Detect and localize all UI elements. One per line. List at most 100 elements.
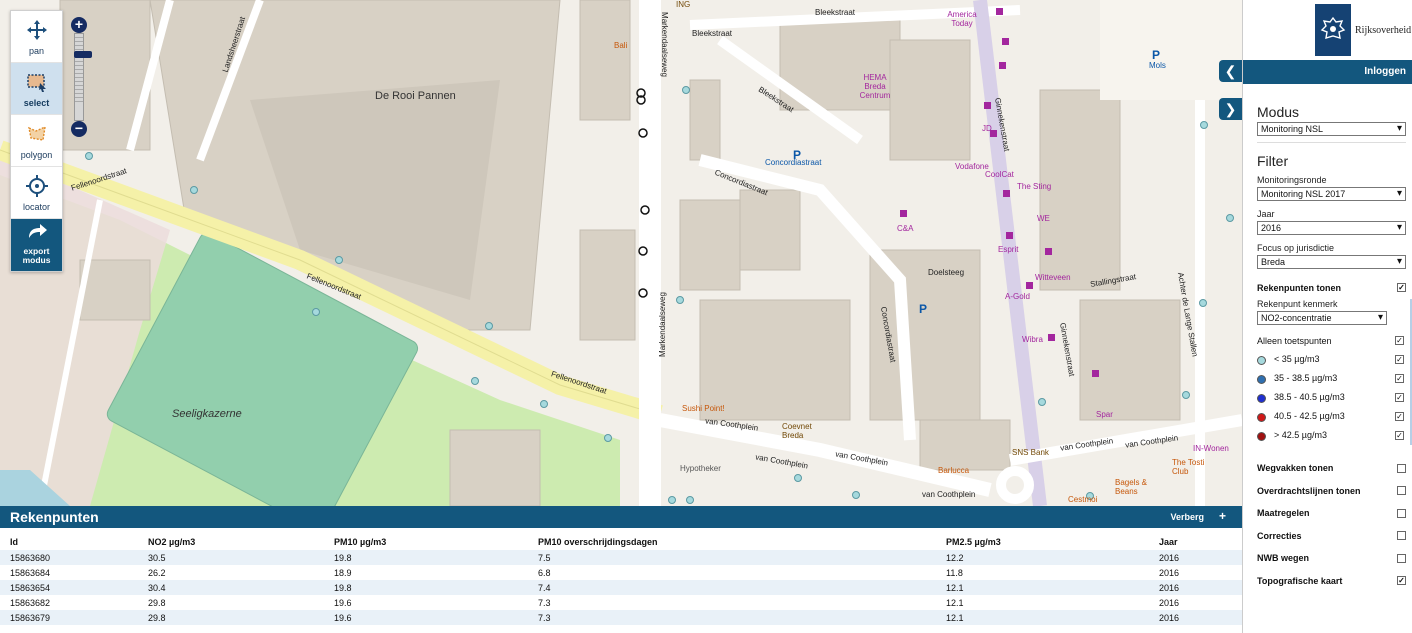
layer-toggle-row: Correcties <box>1257 525 1406 548</box>
table-row[interactable]: 15863682 29.8 19.6 7.3 12.1 2016 <box>0 595 1242 610</box>
panel-header: Rekenpunten Verberg + <box>0 506 1242 528</box>
table-body: 15863680 30.5 19.8 7.5 12.2 2016 15863684 26.2 1… <box>0 550 1242 625</box>
legend-item-checkbox[interactable]: ✓ <box>1395 412 1404 421</box>
focus-label: Focus op jurisdictie <box>1257 243 1335 253</box>
layer-toggle-checkbox[interactable] <box>1397 531 1406 541</box>
legend-item-left: 40.5 - 42.5 µg/m3 <box>1257 411 1345 422</box>
table-cell: 7.5 <box>528 550 936 565</box>
table-cell: 30.4 <box>138 580 324 595</box>
legend-item-label: 38.5 - 40.5 µg/m3 <box>1274 392 1345 403</box>
table-cell: 19.8 <box>324 550 528 565</box>
layer-toggle-checkbox[interactable] <box>1397 553 1406 563</box>
legend-item-checkbox[interactable]: ✓ <box>1395 355 1404 364</box>
rekenpunten-options: Rekenpunt kenmerk NO2-concentratie Allee… <box>1257 299 1412 445</box>
zoom-slider-handle[interactable] <box>74 51 92 58</box>
building <box>919 419 1011 471</box>
pan-tool-label: pan <box>28 46 45 56</box>
zoom-slider-track[interactable] <box>74 33 92 121</box>
map-label-markendaalseweg: Markendaalseweg <box>659 12 669 77</box>
jaar-label: Jaar <box>1257 209 1275 219</box>
alleen-toetspunten-row: Alleen toetspunten ✓ <box>1257 331 1404 350</box>
map-label-a-gold: A-Gold <box>1005 292 1030 301</box>
table-cell: 15863654 <box>0 580 138 595</box>
export-mode-button[interactable]: export modus <box>11 219 62 271</box>
table-cell: 6.8 <box>538 567 551 578</box>
alleen-toetspunten-checkbox[interactable]: ✓ <box>1395 336 1404 345</box>
layer-list: Wegvakken tonen Overdrachtslijnen tonen Ma… <box>1257 457 1406 592</box>
move-arrows-icon <box>25 18 49 42</box>
building-inner <box>250 80 500 300</box>
map-label-coolcat: CoolCat <box>985 170 1014 179</box>
map-label-coevnet: Coevnet Breda <box>782 422 812 440</box>
layer-toggle-label: NWB wegen <box>1257 553 1310 564</box>
map-label-we: WE <box>1037 214 1050 223</box>
focus-select[interactable]: Breda <box>1257 255 1406 269</box>
layer-toggle-checkbox[interactable] <box>1397 486 1406 496</box>
table-row[interactable]: 15863680 30.5 19.8 7.5 12.2 2016 <box>0 550 1242 565</box>
rekenpunten-tonen-checkbox[interactable]: ✓ <box>1397 283 1406 292</box>
legend-swatch-icon <box>1257 393 1266 403</box>
layer-toggle-row: Overdrachtslijnen tonen <box>1257 480 1406 503</box>
polygon-tool-label: polygon <box>20 150 53 160</box>
login-button[interactable]: Inloggen <box>1243 60 1412 84</box>
column-header[interactable]: Id <box>0 528 138 550</box>
kenmerk-select[interactable]: NO2-concentratie <box>1257 311 1387 325</box>
map-label-in-wonen: IN-Wonen <box>1193 444 1229 453</box>
legend-item-left: 35 - 38.5 µg/m3 <box>1257 373 1337 384</box>
building <box>449 429 541 506</box>
column-header[interactable]: PM10 overschrijdingsdagen <box>528 528 936 550</box>
column-header[interactable]: NO2 µg/m3 <box>138 528 324 550</box>
map-label-america-today: America Today <box>947 10 977 28</box>
building <box>579 229 636 341</box>
expand-panel-button[interactable]: ❯ <box>1219 98 1242 120</box>
monitoringsronde-select[interactable]: Monitoring NSL 2017 <box>1257 187 1406 201</box>
zoom-in-button[interactable]: + <box>71 17 87 33</box>
legend-item-checkbox[interactable]: ✓ <box>1395 431 1404 440</box>
map-label-esprit: Esprit <box>998 245 1019 254</box>
building <box>79 259 151 321</box>
layer-toggle-checkbox[interactable] <box>1397 463 1406 473</box>
column-header[interactable]: Jaar <box>1149 528 1242 550</box>
table-row[interactable]: 15863679 29.8 19.6 7.3 12.1 2016 <box>0 610 1242 625</box>
map-canvas[interactable] <box>0 0 1242 506</box>
legend-item-label: < 35 µg/m3 <box>1274 354 1320 365</box>
map-label-ing: ING <box>676 0 691 9</box>
layer-toggle-label: Correcties <box>1257 530 1302 541</box>
column-header[interactable]: PM10 µg/m3 <box>324 528 528 550</box>
table-cell: 2016 <box>1159 567 1180 578</box>
locator-tool[interactable]: locator <box>11 167 62 219</box>
table-cell: 11.8 <box>946 567 963 578</box>
select-tool[interactable]: select <box>11 63 62 115</box>
collapse-sidebar-button[interactable]: ❮ <box>1219 60 1242 82</box>
pan-tool[interactable]: pan <box>11 11 62 63</box>
table-cell: 7.3 <box>528 610 936 625</box>
legend-item-checkbox[interactable]: ✓ <box>1395 374 1404 383</box>
map-label-cestmoi: Cestmoi <box>1068 495 1098 504</box>
modus-select[interactable]: Monitoring NSL <box>1257 122 1406 136</box>
layer-toggle-checkbox[interactable]: ✓ <box>1397 576 1406 586</box>
building <box>889 39 971 161</box>
map-label-ca: C&A <box>897 224 914 233</box>
column-header[interactable]: PM2.5 µg/m3 <box>936 528 1149 550</box>
rijksoverheid-logo: Rijksoverheid <box>1243 0 1412 60</box>
jaar-select[interactable]: 2016 <box>1257 221 1406 235</box>
hide-panel-button[interactable]: Verberg <box>1170 512 1204 522</box>
legend-swatch-icon <box>1257 355 1266 365</box>
zoom-out-button[interactable]: − <box>71 121 87 137</box>
expand-panel-plus-button[interactable]: + <box>1219 509 1226 523</box>
zoom-control: + − <box>71 17 92 137</box>
parking-icon: P <box>793 148 802 162</box>
layer-toggle-row: Wegvakken tonen <box>1257 457 1406 480</box>
map-label-barlucca: Barlucca <box>938 466 970 475</box>
map-view[interactable]: De Rooi Pannen Seeligkazerne Fellenoords… <box>0 0 1242 506</box>
table-row[interactable]: 15863684 26.2 18.9 6.8 11.8 2016 <box>0 565 1242 580</box>
polygon-tool[interactable]: polygon <box>11 115 62 167</box>
brand-name: Rijksoverheid <box>1355 24 1412 36</box>
legend-item-label: > 42.5 µg/m3 <box>1274 430 1327 441</box>
table-row[interactable]: 15863654 30.4 19.8 7.4 12.1 2016 <box>0 580 1242 595</box>
layer-toggle-checkbox[interactable] <box>1397 508 1406 518</box>
export-arrow-icon <box>25 219 49 243</box>
legend-item-checkbox[interactable]: ✓ <box>1395 393 1404 402</box>
app-root: De Rooi Pannen Seeligkazerne Fellenoords… <box>0 0 1412 633</box>
building <box>739 189 801 271</box>
